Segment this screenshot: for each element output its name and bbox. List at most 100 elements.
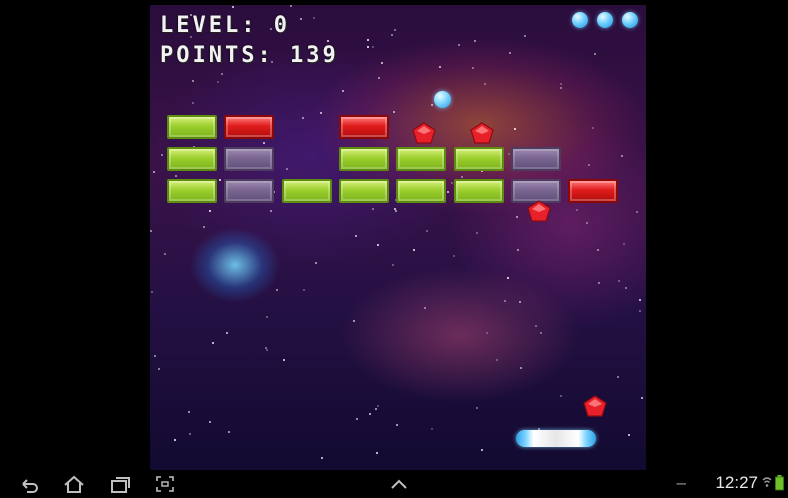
star: [313, 17, 315, 19]
paddle[interactable]: [516, 430, 596, 447]
star: [270, 210, 272, 212]
star: [189, 433, 191, 435]
star: [504, 300, 506, 302]
star: [221, 73, 223, 75]
star: [519, 301, 521, 303]
brick-red: [568, 179, 618, 203]
star: [381, 62, 383, 64]
star: [372, 208, 374, 210]
star: [276, 289, 278, 291]
star: [535, 325, 537, 327]
star: [151, 291, 153, 293]
back-icon[interactable]: [18, 474, 40, 494]
home-icon[interactable]: [62, 474, 86, 494]
star: [396, 424, 398, 426]
gem-icon: [470, 122, 494, 144]
star: [588, 164, 590, 166]
brick-red: [224, 115, 274, 139]
star: [212, 342, 214, 344]
brick-green: [167, 115, 217, 139]
brick-red: [339, 115, 389, 139]
points-label: POINTS: 139: [160, 43, 339, 68]
star: [378, 77, 380, 79]
star: [393, 111, 395, 113]
star: [476, 407, 478, 409]
life-ball-icon: [572, 12, 588, 28]
star: [576, 209, 578, 211]
gem-icon: [527, 200, 551, 222]
star: [153, 171, 155, 173]
star: [377, 244, 379, 246]
star: [451, 182, 453, 184]
recent-apps-icon[interactable]: [108, 474, 132, 494]
star: [639, 310, 641, 312]
star: [641, 397, 643, 399]
life-ball-icon: [597, 12, 613, 28]
star: [263, 142, 265, 144]
star: [426, 230, 428, 232]
star: [628, 434, 630, 436]
star: [586, 222, 588, 224]
brick-purple: [224, 147, 274, 171]
star: [375, 408, 377, 410]
star: [286, 168, 288, 170]
star: [283, 359, 285, 361]
star: [372, 46, 374, 48]
star: [174, 439, 176, 441]
brick-green: [339, 147, 389, 171]
star: [355, 235, 357, 237]
game-screen[interactable]: LEVEL: 0 POINTS: 139: [150, 5, 646, 470]
star: [639, 299, 641, 301]
star: [320, 112, 322, 114]
star: [524, 35, 526, 37]
star: [192, 102, 194, 104]
brick-green: [396, 147, 446, 171]
star: [175, 175, 177, 177]
star: [623, 243, 625, 245]
gem-icon: [412, 122, 436, 144]
ball: [434, 91, 451, 108]
brick-green: [339, 179, 389, 203]
star: [598, 282, 600, 284]
star: [424, 307, 426, 309]
chevron-up-icon[interactable]: [388, 474, 410, 494]
star: [391, 34, 393, 36]
star: [203, 226, 205, 228]
star: [514, 128, 516, 130]
brick-purple: [224, 179, 274, 203]
star: [560, 87, 562, 89]
screenshot-icon[interactable]: [154, 474, 176, 494]
star: [161, 154, 163, 156]
star: [356, 418, 358, 420]
brick-green: [282, 179, 332, 203]
star: [302, 117, 304, 119]
star: [327, 40, 329, 42]
star: [367, 46, 369, 48]
brick-purple: [511, 147, 561, 171]
star: [266, 349, 268, 351]
star: [369, 413, 371, 415]
star: [520, 367, 522, 369]
star: [597, 249, 599, 251]
star: [509, 52, 511, 54]
star: [453, 255, 455, 257]
star: [594, 53, 596, 55]
level-label: LEVEL: 0: [160, 13, 290, 38]
notification-dash: –: [676, 473, 686, 492]
star: [447, 191, 449, 193]
star: [395, 210, 397, 212]
clock: 12:27: [715, 473, 758, 492]
star: [266, 316, 268, 318]
star: [507, 277, 509, 279]
star: [413, 249, 415, 251]
star: [321, 457, 323, 459]
star: [377, 405, 379, 407]
star: [164, 253, 166, 255]
star: [560, 83, 562, 85]
star: [486, 332, 488, 334]
star: [439, 66, 441, 68]
gem-icon: [583, 395, 607, 417]
star: [217, 81, 219, 83]
star: [431, 428, 433, 430]
star: [367, 39, 369, 41]
